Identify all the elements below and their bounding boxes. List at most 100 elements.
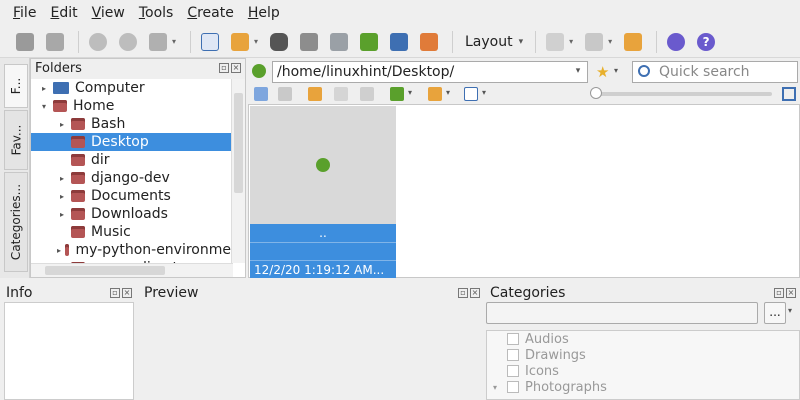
float-panel-icon[interactable]: ▫ [110, 288, 120, 298]
presentation-icon [360, 32, 378, 51]
edit-image-button[interactable] [145, 29, 171, 55]
print-button[interactable] [296, 29, 322, 55]
menu-view[interactable]: View [85, 0, 132, 26]
presentation-button[interactable] [356, 29, 382, 55]
expander-arrow-icon[interactable]: ▸ [57, 210, 67, 219]
delete-icon[interactable] [360, 87, 374, 101]
filter-icon[interactable] [428, 87, 442, 101]
folder-tree-item[interactable]: ▸ my-python-environme [31, 241, 231, 259]
folders-vertical-scrollbar[interactable] [231, 79, 245, 263]
layout-button[interactable]: Layout ▾ [459, 34, 529, 50]
import-dropdown[interactable]: ▾ [254, 37, 262, 46]
scroll-thumb[interactable] [234, 93, 243, 193]
back-arrow-icon[interactable] [254, 87, 268, 101]
category-item[interactable]: Icons [487, 363, 799, 379]
folder-tree-item[interactable]: ▸ django-dev [31, 169, 231, 187]
import-button[interactable] [227, 29, 253, 55]
parent-folder-icon [316, 158, 330, 172]
thumbnail-item[interactable]: .. 12/2/20 1:19:12 AM... [250, 106, 396, 278]
menu-edit[interactable]: Edit [43, 0, 84, 26]
path-history-dropdown[interactable]: ▾ [570, 62, 586, 80]
folder-tree-item[interactable]: ▾ Home [31, 97, 231, 115]
float-panel-icon[interactable]: ▫ [458, 288, 468, 298]
fullscreen-button[interactable] [42, 29, 68, 55]
category-checkbox[interactable] [507, 365, 519, 377]
expander-arrow-icon[interactable]: ▾ [493, 383, 507, 392]
rotate-left-button[interactable] [85, 29, 111, 55]
sort-icon[interactable] [390, 87, 404, 101]
folder-tree-item[interactable]: dir [31, 151, 231, 169]
folder-tree-item[interactable]: ▸ Bash [31, 115, 231, 133]
filter-dropdown[interactable]: ▾ [446, 88, 450, 97]
view-dropdown[interactable]: ▾ [569, 37, 577, 46]
view-mode-dropdown[interactable]: ▾ [482, 88, 486, 97]
rename-icon[interactable] [334, 87, 348, 101]
properties-button[interactable] [197, 29, 223, 55]
scroll-thumb[interactable] [45, 266, 165, 275]
category-options-button[interactable]: ... [764, 302, 786, 324]
float-panel-icon[interactable]: ▫ [219, 63, 229, 73]
folder-label: Bash [91, 116, 126, 132]
expander-arrow-icon[interactable]: ▸ [57, 192, 67, 201]
path-input[interactable]: /home/linuxhint/Desktop/ [272, 61, 588, 83]
folders-panel: Folders ▫ × ▸ Computer ▾ Home ▸ Bash Desktop di… [30, 58, 246, 278]
tab-categories[interactable]: Categories... [4, 172, 28, 272]
slider-handle[interactable] [590, 87, 602, 99]
sort-dropdown[interactable]: ▾ [408, 88, 412, 97]
screenshot-button[interactable] [386, 29, 412, 55]
float-panel-icon[interactable]: ▫ [774, 288, 784, 298]
tab-favorites[interactable]: Fav... [4, 110, 28, 170]
help-button[interactable]: ? [693, 29, 719, 55]
single-image-view-button[interactable] [542, 29, 568, 55]
preview-panel: Preview ▫ × [138, 284, 484, 400]
category-search-input[interactable] [486, 302, 758, 324]
quick-search-input[interactable]: Quick search [632, 61, 798, 83]
category-item[interactable]: ▾ Photographs [487, 379, 799, 395]
single-view-icon [546, 32, 565, 51]
close-icon[interactable]: × [231, 63, 241, 73]
category-checkbox[interactable] [507, 349, 519, 361]
new-folder-icon[interactable] [308, 87, 322, 101]
folder-tree-item[interactable]: ▸ Documents [31, 187, 231, 205]
panel-toggle-icon[interactable] [782, 87, 796, 101]
expander-arrow-icon[interactable]: ▸ [39, 84, 49, 93]
close-icon[interactable]: × [786, 288, 796, 298]
folder-tree-item[interactable]: Music [31, 223, 231, 241]
view-mode-icon[interactable] [464, 87, 478, 101]
close-icon[interactable]: × [470, 288, 480, 298]
folder-tree-item[interactable]: Desktop [31, 133, 231, 151]
sendto-button[interactable] [416, 29, 442, 55]
rotate-right-button[interactable] [115, 29, 141, 55]
folder-tree-item[interactable]: ▸ Computer [31, 79, 231, 97]
find-button[interactable] [266, 29, 292, 55]
folders-horizontal-scrollbar[interactable] [31, 263, 233, 277]
go-up-icon[interactable] [252, 64, 266, 78]
close-icon[interactable]: × [122, 288, 132, 298]
category-item[interactable]: Audios [487, 331, 799, 347]
menu-create[interactable]: Create [180, 0, 241, 26]
category-item[interactable]: Drawings [487, 347, 799, 363]
tab-folders[interactable]: F... [4, 64, 28, 108]
expander-arrow-icon[interactable]: ▸ [57, 246, 61, 255]
expander-arrow-icon[interactable]: ▸ [57, 174, 67, 183]
forward-arrow-icon[interactable] [278, 87, 292, 101]
book-view-button[interactable] [581, 29, 607, 55]
bookmark-star-icon[interactable]: ★ [596, 64, 609, 80]
menu-help[interactable]: Help [241, 0, 287, 26]
expander-arrow-icon[interactable]: ▸ [57, 120, 67, 129]
menu-file[interactable]: File [6, 0, 43, 26]
settings-button[interactable] [663, 29, 689, 55]
slideshow-button[interactable] [326, 29, 352, 55]
edit-image-dropdown[interactable]: ▾ [172, 37, 180, 46]
category-checkbox[interactable] [507, 381, 519, 393]
category-checkbox[interactable] [507, 333, 519, 345]
back-to-browser-button[interactable] [12, 29, 38, 55]
expander-arrow-icon[interactable]: ▾ [39, 102, 49, 111]
menu-tools[interactable]: Tools [132, 0, 181, 26]
thumbnail-size-slider[interactable] [594, 92, 772, 96]
tree-view-button[interactable] [620, 29, 646, 55]
folder-tree-item[interactable]: ▸ Downloads [31, 205, 231, 223]
category-dropdown[interactable]: ▾ [788, 306, 792, 315]
bookmark-dropdown[interactable]: ▾ [614, 66, 618, 75]
book-dropdown[interactable]: ▾ [608, 37, 616, 46]
